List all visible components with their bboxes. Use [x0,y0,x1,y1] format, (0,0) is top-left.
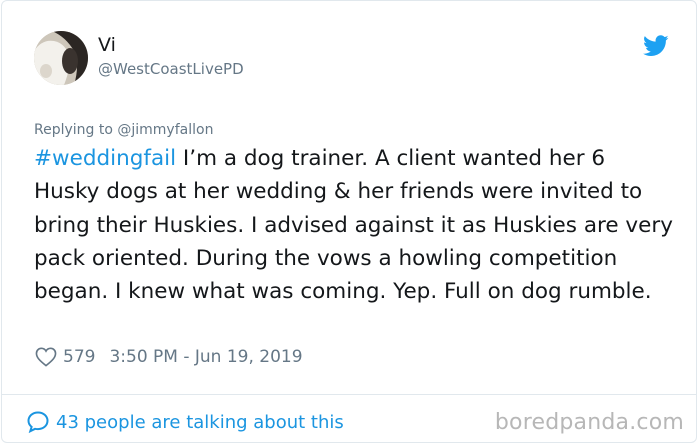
avatar[interactable] [34,31,88,85]
replying-to[interactable]: Replying to @jimmyfallon [34,120,213,140]
timestamp[interactable]: 3:50 PM - Jun 19, 2019 [109,347,302,367]
watermark: boredpanda.com [494,410,684,435]
talking-count: 43 people are talking about this [56,411,344,433]
heart-icon[interactable] [35,347,57,367]
user-handle[interactable]: @WestCoastLivePD [98,59,244,79]
comment-bubble-icon [27,411,49,434]
twitter-bird-icon[interactable] [643,35,669,57]
divider [2,394,696,395]
like-count: 579 [63,347,96,367]
hashtag-link[interactable]: #weddingfail [34,146,176,171]
display-name[interactable]: Vi [98,33,116,57]
avatar-photo [34,31,88,85]
tweet-meta: 579 3:50 PM - Jun 19, 2019 [35,345,303,369]
tweet-text: #weddingfail I’m a dog trainer. A client… [34,142,674,308]
tweet-card: Vi @WestCoastLivePD Replying to @jimmyfa… [1,0,697,443]
conversation-link[interactable]: 43 people are talking about this [26,409,344,435]
